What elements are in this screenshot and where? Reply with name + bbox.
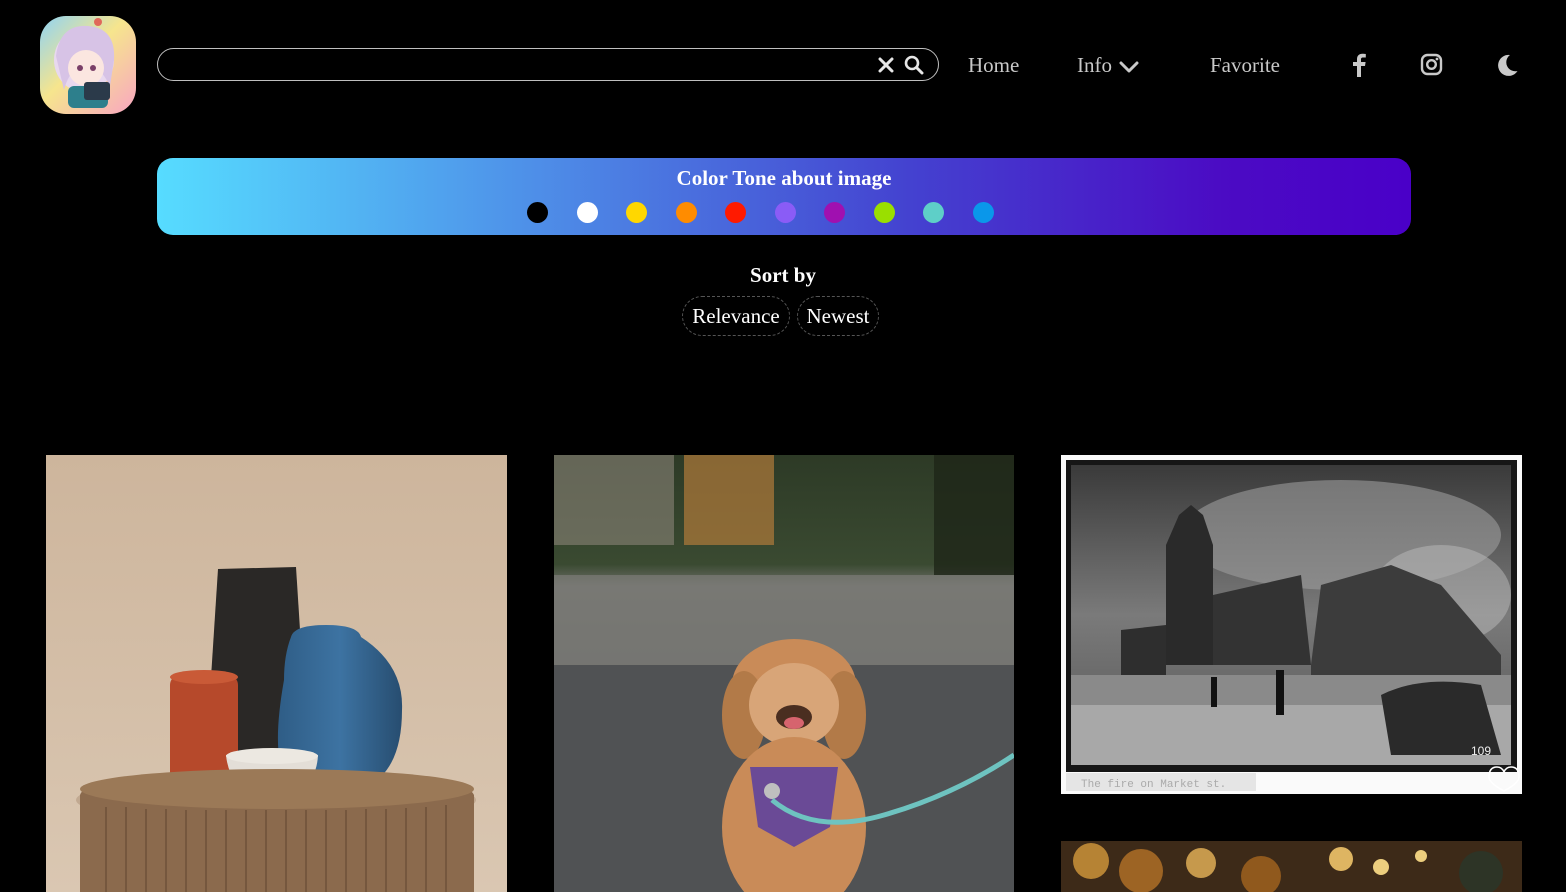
fire-caption: The fire on Market st. [1081,779,1226,791]
gallery-image-bokeh[interactable] [1061,841,1522,892]
site-logo[interactable] [40,16,136,114]
search-input[interactable] [174,53,868,79]
sort-relevance-button[interactable]: Relevance [682,296,790,336]
nav-home-link[interactable]: Home [968,52,1019,78]
sort-newest-button[interactable]: Newest [797,296,879,336]
color-swatch[interactable] [576,202,598,223]
color-swatch[interactable] [824,202,845,223]
facebook-icon[interactable] [1351,53,1367,82]
color-swatch[interactable] [527,202,548,223]
gallery-image-city-fire[interactable]: The fire on Market st. 109 [1061,455,1522,794]
color-swatch[interactable] [923,202,944,223]
sort-title: Sort by [750,263,816,287]
search-bar [157,48,939,81]
color-swatch[interactable] [626,202,647,223]
chevron-down-icon [1119,54,1139,80]
color-swatch[interactable] [972,202,994,223]
gallery-image-vases[interactable] [46,455,507,892]
clear-icon[interactable] [877,56,895,74]
gallery-image-poodle[interactable] [554,455,1014,892]
color-swatch[interactable] [725,202,746,223]
color-tone-panel: Color Tone about image [157,158,1411,235]
search-icon[interactable] [904,55,924,75]
nav-info-label: Info [1077,53,1112,77]
nav-favorite-link[interactable]: Favorite [1210,52,1280,78]
color-swatch[interactable] [675,202,697,223]
moon-icon[interactable] [1495,53,1519,82]
instagram-icon[interactable] [1420,53,1443,81]
nav-info-dropdown[interactable]: Info [1077,52,1139,80]
svg-text:109: 109 [1471,744,1491,758]
color-swatch-list [157,202,1411,224]
color-swatch[interactable] [774,202,796,223]
color-tone-title: Color Tone about image [676,166,892,190]
color-swatch[interactable] [873,202,895,223]
anime-avatar-logo [54,18,115,108]
